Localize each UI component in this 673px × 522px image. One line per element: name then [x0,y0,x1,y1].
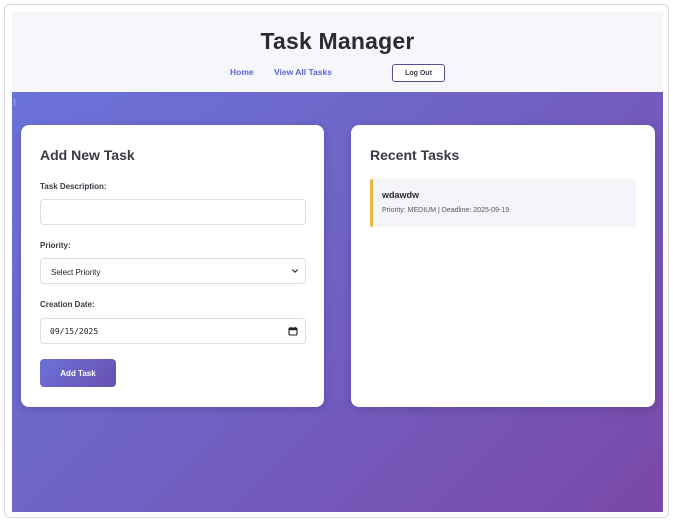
calendar-icon[interactable] [288,326,298,336]
add-task-button[interactable]: Add Task [40,359,116,387]
task-description-input[interactable] [40,199,306,225]
recent-tasks-card: Recent Tasks wdawdw Priority: MEDIUM | D… [351,125,655,407]
task-meta: Priority: MEDIUM | Deadline: 2025-09-19 [382,207,510,214]
app-viewport: Task Manager Home View All Tasks Log Out… [12,12,663,512]
priority-label: Priority: [40,241,71,250]
task-name: wdawdw [382,190,420,200]
creation-date-value: 09/15/2025 [50,327,99,336]
recent-tasks-heading: Recent Tasks [370,147,460,163]
creation-date-input[interactable]: 09/15/2025 [40,318,306,344]
list-item[interactable]: wdawdw Priority: MEDIUM | Deadline: 2025… [370,179,636,227]
logout-button[interactable]: Log Out [392,64,445,82]
nav-link-home[interactable]: Home [230,67,254,77]
page-title: Task Manager [260,28,415,54]
priority-select[interactable]: Select Priority [40,258,306,284]
stray-marker: ❘ [12,99,18,106]
add-task-heading: Add New Task [40,147,135,163]
chevron-down-icon [292,269,298,273]
nav-link-view-all-tasks[interactable]: View All Tasks [274,67,332,77]
add-task-card: Add New Task Task Description: Priority:… [21,125,324,407]
app-header: Task Manager Home View All Tasks Log Out [12,12,663,92]
creation-date-label: Creation Date: [40,300,95,309]
description-label: Task Description: [40,182,107,191]
browser-frame: Task Manager Home View All Tasks Log Out… [4,4,669,518]
priority-select-value: Select Priority [51,268,101,277]
